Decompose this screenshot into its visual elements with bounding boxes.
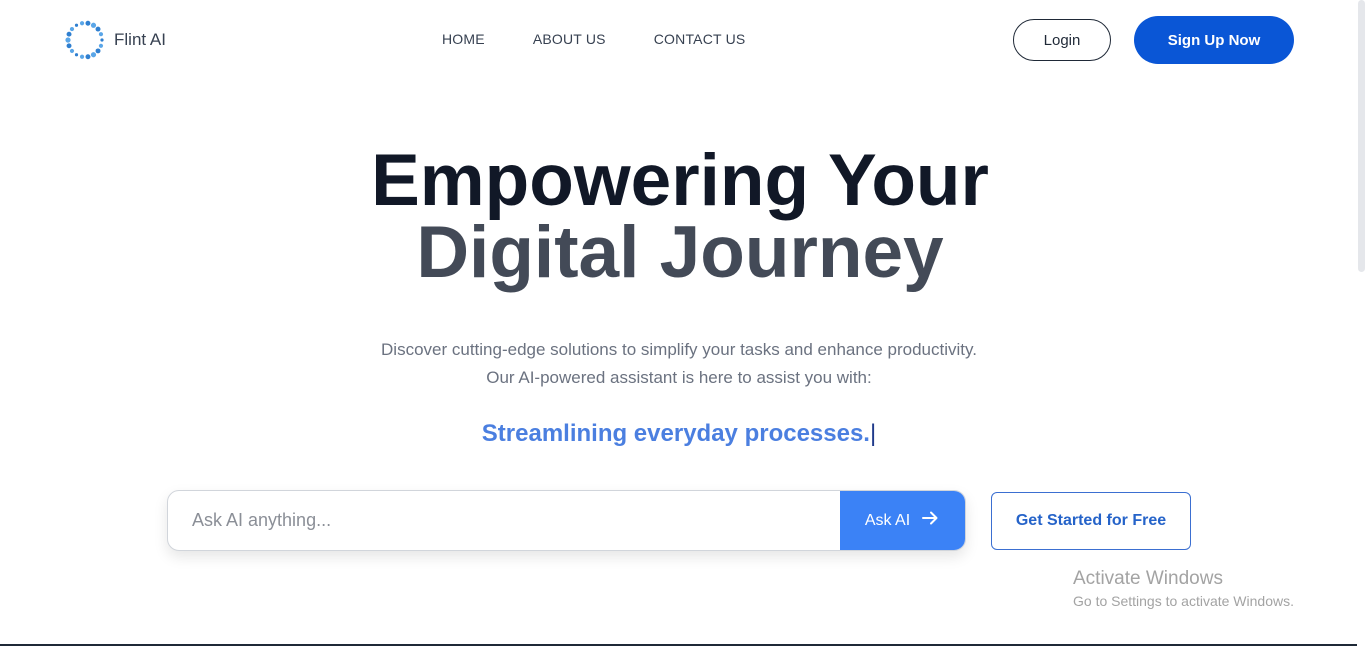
hero-subtitle-line-1: Discover cutting-edge solutions to simpl… <box>381 340 977 359</box>
arrow-right-icon <box>920 508 940 533</box>
landing-page: Flint AI HOME ABOUT US CONTACT US Login … <box>0 0 1365 646</box>
brand-logo[interactable]: Flint AI <box>64 19 166 61</box>
typed-text: Streamlining everyday processes. <box>481 420 870 447</box>
brand-name: Flint AI <box>114 30 166 49</box>
activate-windows-subtitle: Go to Settings to activate Windows. <box>1073 593 1294 609</box>
nav-home[interactable]: HOME <box>442 31 485 47</box>
login-button[interactable]: Login <box>1013 19 1111 61</box>
ask-ai-label: Ask AI <box>864 511 911 529</box>
activate-windows-title: Activate Windows <box>1073 568 1223 589</box>
hero-title-line-2: Digital Journey <box>416 212 944 293</box>
nav-about-us[interactable]: ABOUT US <box>533 31 606 47</box>
ask-ai-button[interactable]: Ask AI <box>840 491 965 550</box>
nav-contact-us[interactable]: CONTACT US <box>654 31 746 47</box>
ask-ai-input[interactable] <box>168 491 840 550</box>
main-nav: HOME ABOUT US CONTACT US <box>442 31 745 47</box>
hero-subtitle-line-2: Our AI-powered assistant is here to assi… <box>486 368 872 387</box>
typing-cursor: | <box>869 420 877 447</box>
dotted-ring-logo-icon <box>64 19 106 61</box>
get-started-button[interactable]: Get Started for Free <box>991 492 1191 550</box>
sign-up-button[interactable]: Sign Up Now <box>1134 16 1294 64</box>
ask-ai-search-box: Ask AI <box>167 490 966 551</box>
typed-text-line: Streamlining everyday processes.| <box>0 420 1358 448</box>
page-scrollbar[interactable] <box>1358 0 1365 272</box>
hero-title-line-1: Empowering Your <box>371 140 989 221</box>
